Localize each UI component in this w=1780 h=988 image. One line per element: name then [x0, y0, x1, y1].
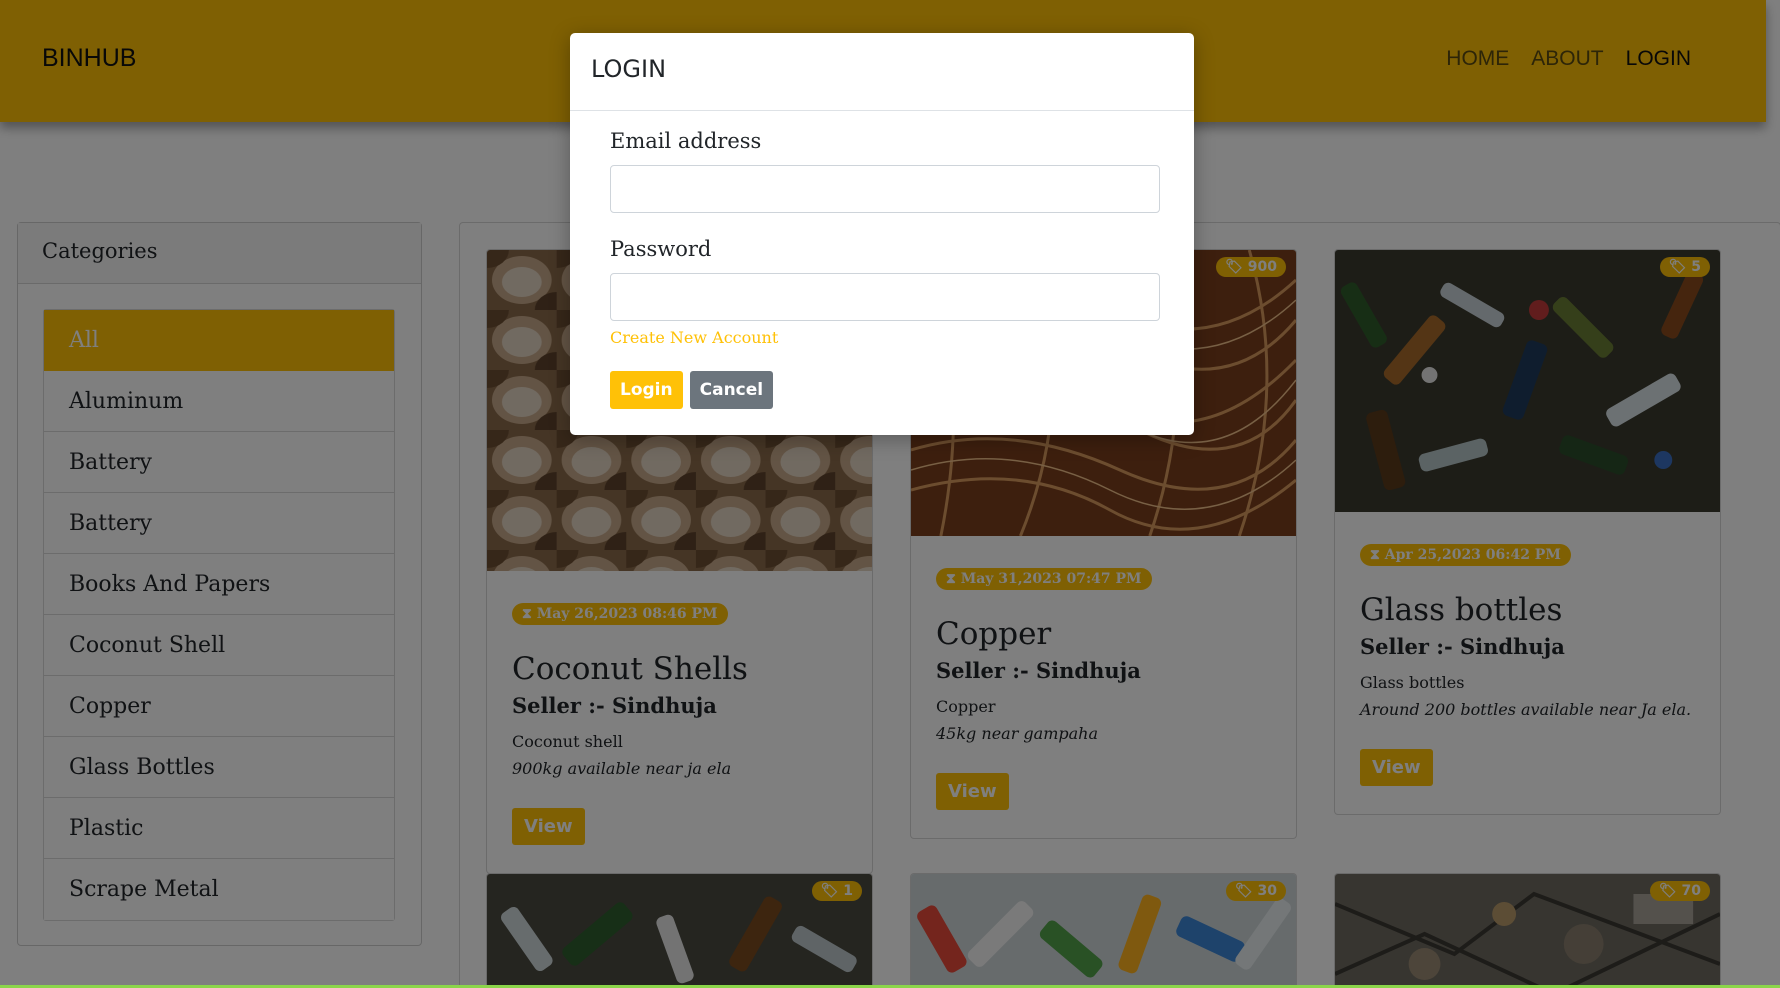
email-label: Email address	[610, 129, 762, 153]
password-input[interactable]	[610, 273, 1160, 321]
password-field-group: Password	[610, 237, 1160, 321]
email-field-group: Email address	[610, 129, 1160, 213]
password-label: Password	[610, 237, 712, 261]
modal-buttons: Login Cancel	[610, 371, 1154, 409]
cancel-button[interactable]: Cancel	[689, 371, 774, 409]
login-button[interactable]: Login	[610, 371, 683, 409]
email-input[interactable]	[610, 165, 1160, 213]
create-account-link[interactable]: Create New Account	[610, 328, 1154, 347]
modal-body: Email address Password Create New Accoun…	[570, 111, 1194, 427]
login-modal: LOGIN Email address Password Create New …	[570, 33, 1194, 435]
modal-title: LOGIN	[570, 33, 1194, 111]
